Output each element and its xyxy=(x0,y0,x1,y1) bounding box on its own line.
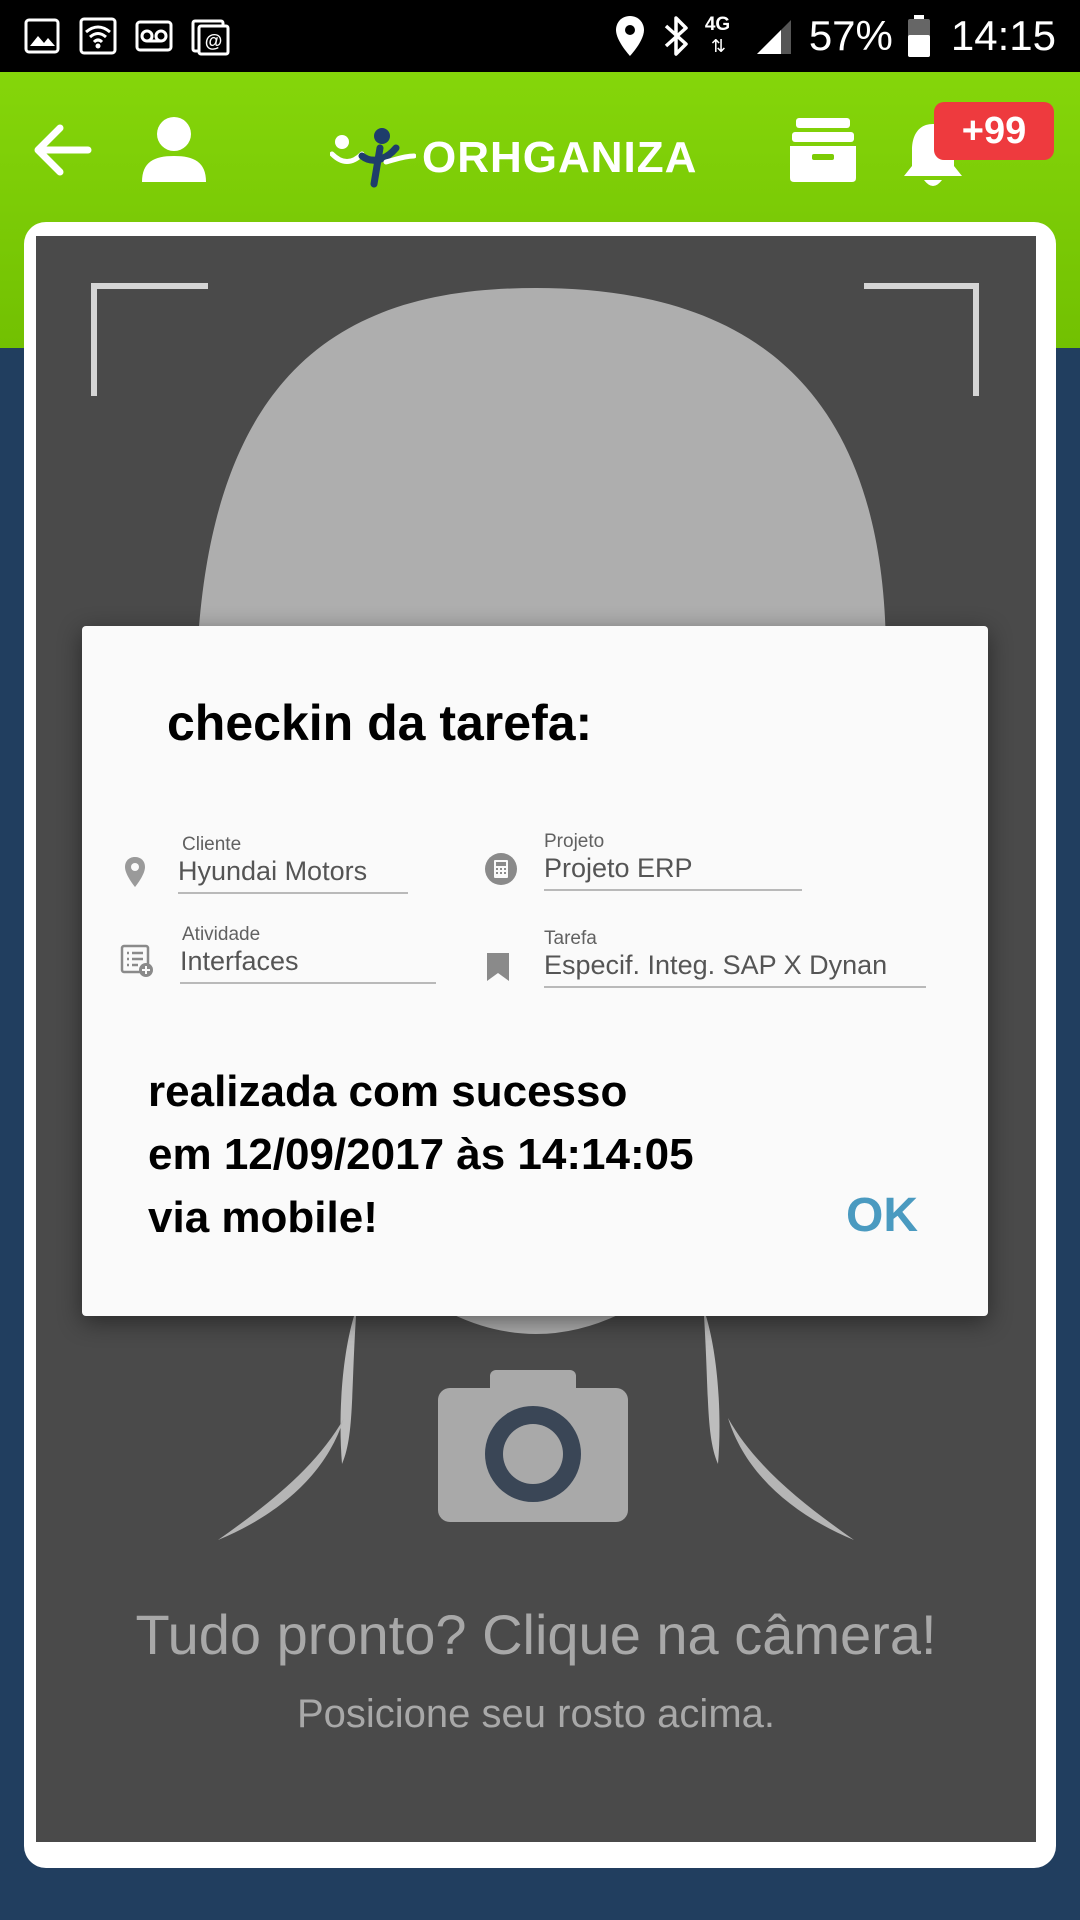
status-bar: @ 4G ⇅ 57% 14:15 xyxy=(0,0,1080,72)
network-type: 4G xyxy=(704,14,731,35)
battery-icon xyxy=(907,15,930,57)
success-message-line: realizada com sucesso xyxy=(148,1067,628,1116)
svg-text:@: @ xyxy=(205,31,223,51)
field-tarefa[interactable]: Tarefa Especif. Integ. SAP X Dynan xyxy=(544,928,926,988)
back-arrow-icon[interactable] xyxy=(30,122,92,178)
field-projeto-label: Projeto xyxy=(544,831,605,852)
field-atividade-value: Interfaces xyxy=(180,946,299,976)
inbox-tray-icon[interactable] xyxy=(788,116,858,184)
email-icon: @ xyxy=(191,19,230,56)
camera-hint-subtitle: Posicione seu rosto acima. xyxy=(296,1692,775,1736)
field-tarefa-value: Especif. Integ. SAP X Dynan xyxy=(544,950,888,980)
ok-button[interactable]: OK xyxy=(846,1188,918,1243)
success-message-line: em 12/09/2017 às 14:14:05 xyxy=(148,1130,694,1179)
location-pin-icon xyxy=(125,857,145,887)
gallery-icon xyxy=(24,18,60,54)
logo-figures-icon xyxy=(330,128,416,188)
field-cliente-label: Cliente xyxy=(182,834,242,855)
battery-percentage: 57% xyxy=(808,12,893,59)
field-cliente[interactable]: Cliente Hyundai Motors xyxy=(178,834,408,894)
activity-list-icon xyxy=(120,944,153,977)
logo-text: ORHGANIZA xyxy=(422,133,698,182)
field-tarefa-label: Tarefa xyxy=(544,928,597,949)
camera-hint-title: Tudo pronto? Clique na câmera! xyxy=(135,1603,937,1666)
dialog-title: checkin da tarefa: xyxy=(167,695,593,751)
bluetooth-icon xyxy=(664,16,688,56)
field-atividade-label: Atividade xyxy=(182,924,261,945)
project-calculator-icon xyxy=(485,853,517,885)
field-cliente-value: Hyundai Motors xyxy=(178,856,368,886)
field-projeto-value: Projeto ERP xyxy=(544,853,693,883)
voicemail-icon xyxy=(135,20,173,52)
signal-icon xyxy=(756,20,791,54)
notification-badge: +99 xyxy=(934,102,1054,160)
camera-icon[interactable] xyxy=(438,1370,628,1522)
checkin-dialog: checkin da tarefa: Cliente Hyundai Motor… xyxy=(82,626,988,1316)
location-icon xyxy=(615,16,644,56)
clock: 14:15 xyxy=(950,12,1056,59)
bookmark-icon xyxy=(487,953,509,981)
app-logo: ORHGANIZA xyxy=(330,126,697,190)
success-message-line: via mobile! xyxy=(148,1193,378,1242)
field-atividade[interactable]: Atividade Interfaces xyxy=(180,924,436,984)
field-projeto[interactable]: Projeto Projeto ERP xyxy=(544,831,802,891)
network-icon: 4G ⇅ xyxy=(704,14,731,56)
user-profile-icon[interactable] xyxy=(140,114,208,184)
success-message: realizada com sucesso em 12/09/2017 às 1… xyxy=(148,1060,694,1249)
wifi-icon xyxy=(79,17,117,55)
